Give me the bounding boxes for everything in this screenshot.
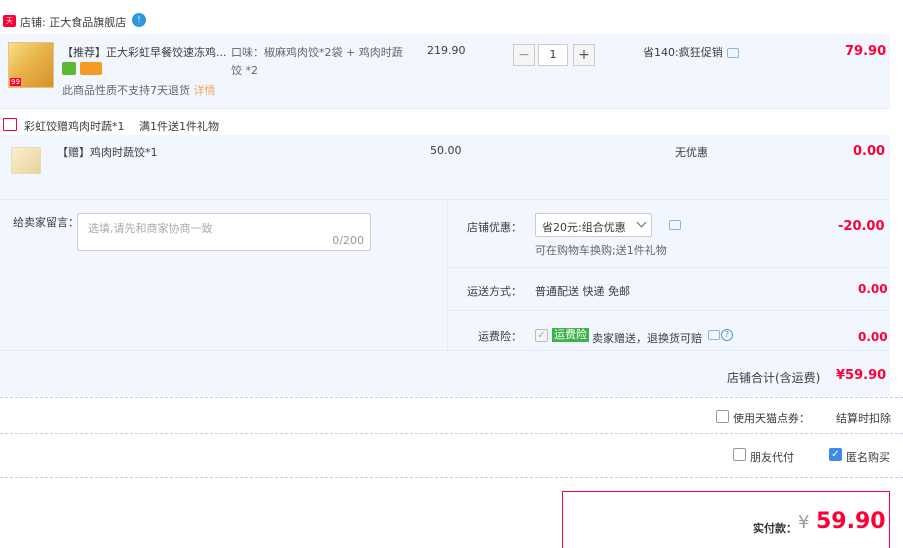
insurance-value: 卖家赠送，退换货可赔 <box>592 332 702 345</box>
shipping-amount: 0.00 <box>858 282 888 296</box>
return-notice: 此商品性质不支持7天退货 详情 <box>62 84 216 97</box>
friend-pay-checkbox[interactable] <box>733 448 746 461</box>
points-note: 结算时扣除 <box>836 412 891 425</box>
gift-thumbnail <box>11 147 41 174</box>
product-attributes: 口味：椒麻鸡肉饺*2袋 + 鸡肉时蔬饺 *2 <box>231 46 403 77</box>
pay-amount: 59.90 <box>816 509 886 534</box>
unit-price: 219.90 <box>427 44 466 57</box>
wangwang-icon[interactable]: ! <box>132 13 146 27</box>
product-subtotal: 79.90 <box>845 44 887 59</box>
qty-plus-button[interactable]: + <box>573 44 595 66</box>
thumb-price-tag: 99 <box>10 78 21 86</box>
insurance-label: 运费险： <box>478 330 522 343</box>
qty-minus-button[interactable]: − <box>513 44 535 66</box>
message-label: 给卖家留言： <box>13 216 79 229</box>
points-label: 使用天猫点券： <box>733 412 810 425</box>
notice-detail-link[interactable]: 详情 <box>194 84 216 97</box>
pay-currency: ¥ <box>798 512 810 533</box>
shipping-value: 普通配送 快递 免邮 <box>535 285 630 298</box>
shop-name[interactable]: 店铺: 正大食品旗舰店 <box>20 14 126 30</box>
shop-discount-amount: -20.00 <box>838 219 885 234</box>
shop-discount-label: 店铺优惠： <box>467 221 522 234</box>
insurance-checkbox: ✓ <box>535 329 548 342</box>
insurance-tag: 运费险 <box>552 328 589 342</box>
help-icon[interactable]: ? <box>721 329 733 341</box>
qty-input[interactable]: 1 <box>538 44 568 66</box>
chat-icon[interactable] <box>669 220 681 230</box>
shop-discount-selected: 省20元:组合优惠 <box>542 221 626 234</box>
gift-unit-price: 50.00 <box>430 144 462 157</box>
gift-title: 【赠】鸡肉时蔬饺*1 <box>57 146 158 159</box>
panel-divider <box>447 200 448 350</box>
product-title[interactable]: 【推荐】正大彩虹早餐饺速冻鸡... <box>62 44 227 60</box>
shipping-label: 运送方式： <box>467 285 522 298</box>
card-badge-icon <box>80 62 102 75</box>
gift-subtotal: 0.00 <box>853 144 886 159</box>
shop-total-label: 店铺合计(含运费) <box>727 371 821 385</box>
quality-badge-icon <box>62 62 76 75</box>
chevron-down-icon <box>636 217 647 228</box>
shop-total-amount: ¥59.90 <box>836 368 887 383</box>
pay-label: 实付款： <box>753 522 797 535</box>
chat-icon[interactable] <box>708 330 720 340</box>
product-discount: 省140:疯狂促销 <box>643 46 723 59</box>
shop-discount-select[interactable]: 省20元:组合优惠 <box>535 213 652 237</box>
gift-promo-text: 彩虹饺赠鸡肉时蔬*1 <box>24 120 125 133</box>
product-thumbnail[interactable]: 99 <box>8 42 54 88</box>
chat-icon[interactable] <box>727 48 739 58</box>
gift-discount: 无优惠 <box>675 146 708 159</box>
message-counter: 0/200 <box>332 234 364 247</box>
shop-discount-hint: 可在购物车换购;送1件礼物 <box>535 244 667 257</box>
insurance-amount: 0.00 <box>858 330 888 344</box>
message-input[interactable]: 选填,请先和商家协商一致 0/200 <box>77 213 371 251</box>
gift-icon <box>3 118 17 131</box>
tmall-badge-icon: 天猫 <box>3 15 16 37</box>
anonymous-checkbox[interactable]: ✓ <box>829 448 842 461</box>
gift-promo-rule: 满1件送1件礼物 <box>139 120 219 133</box>
points-checkbox[interactable] <box>716 410 729 423</box>
payment-summary-box: 实付款： ¥ 59.90 <box>562 491 890 548</box>
message-placeholder: 选填,请先和商家协商一致 <box>88 222 213 235</box>
anonymous-label: 匿名购买 <box>846 451 890 464</box>
friend-pay-label: 朋友代付 <box>750 451 794 464</box>
